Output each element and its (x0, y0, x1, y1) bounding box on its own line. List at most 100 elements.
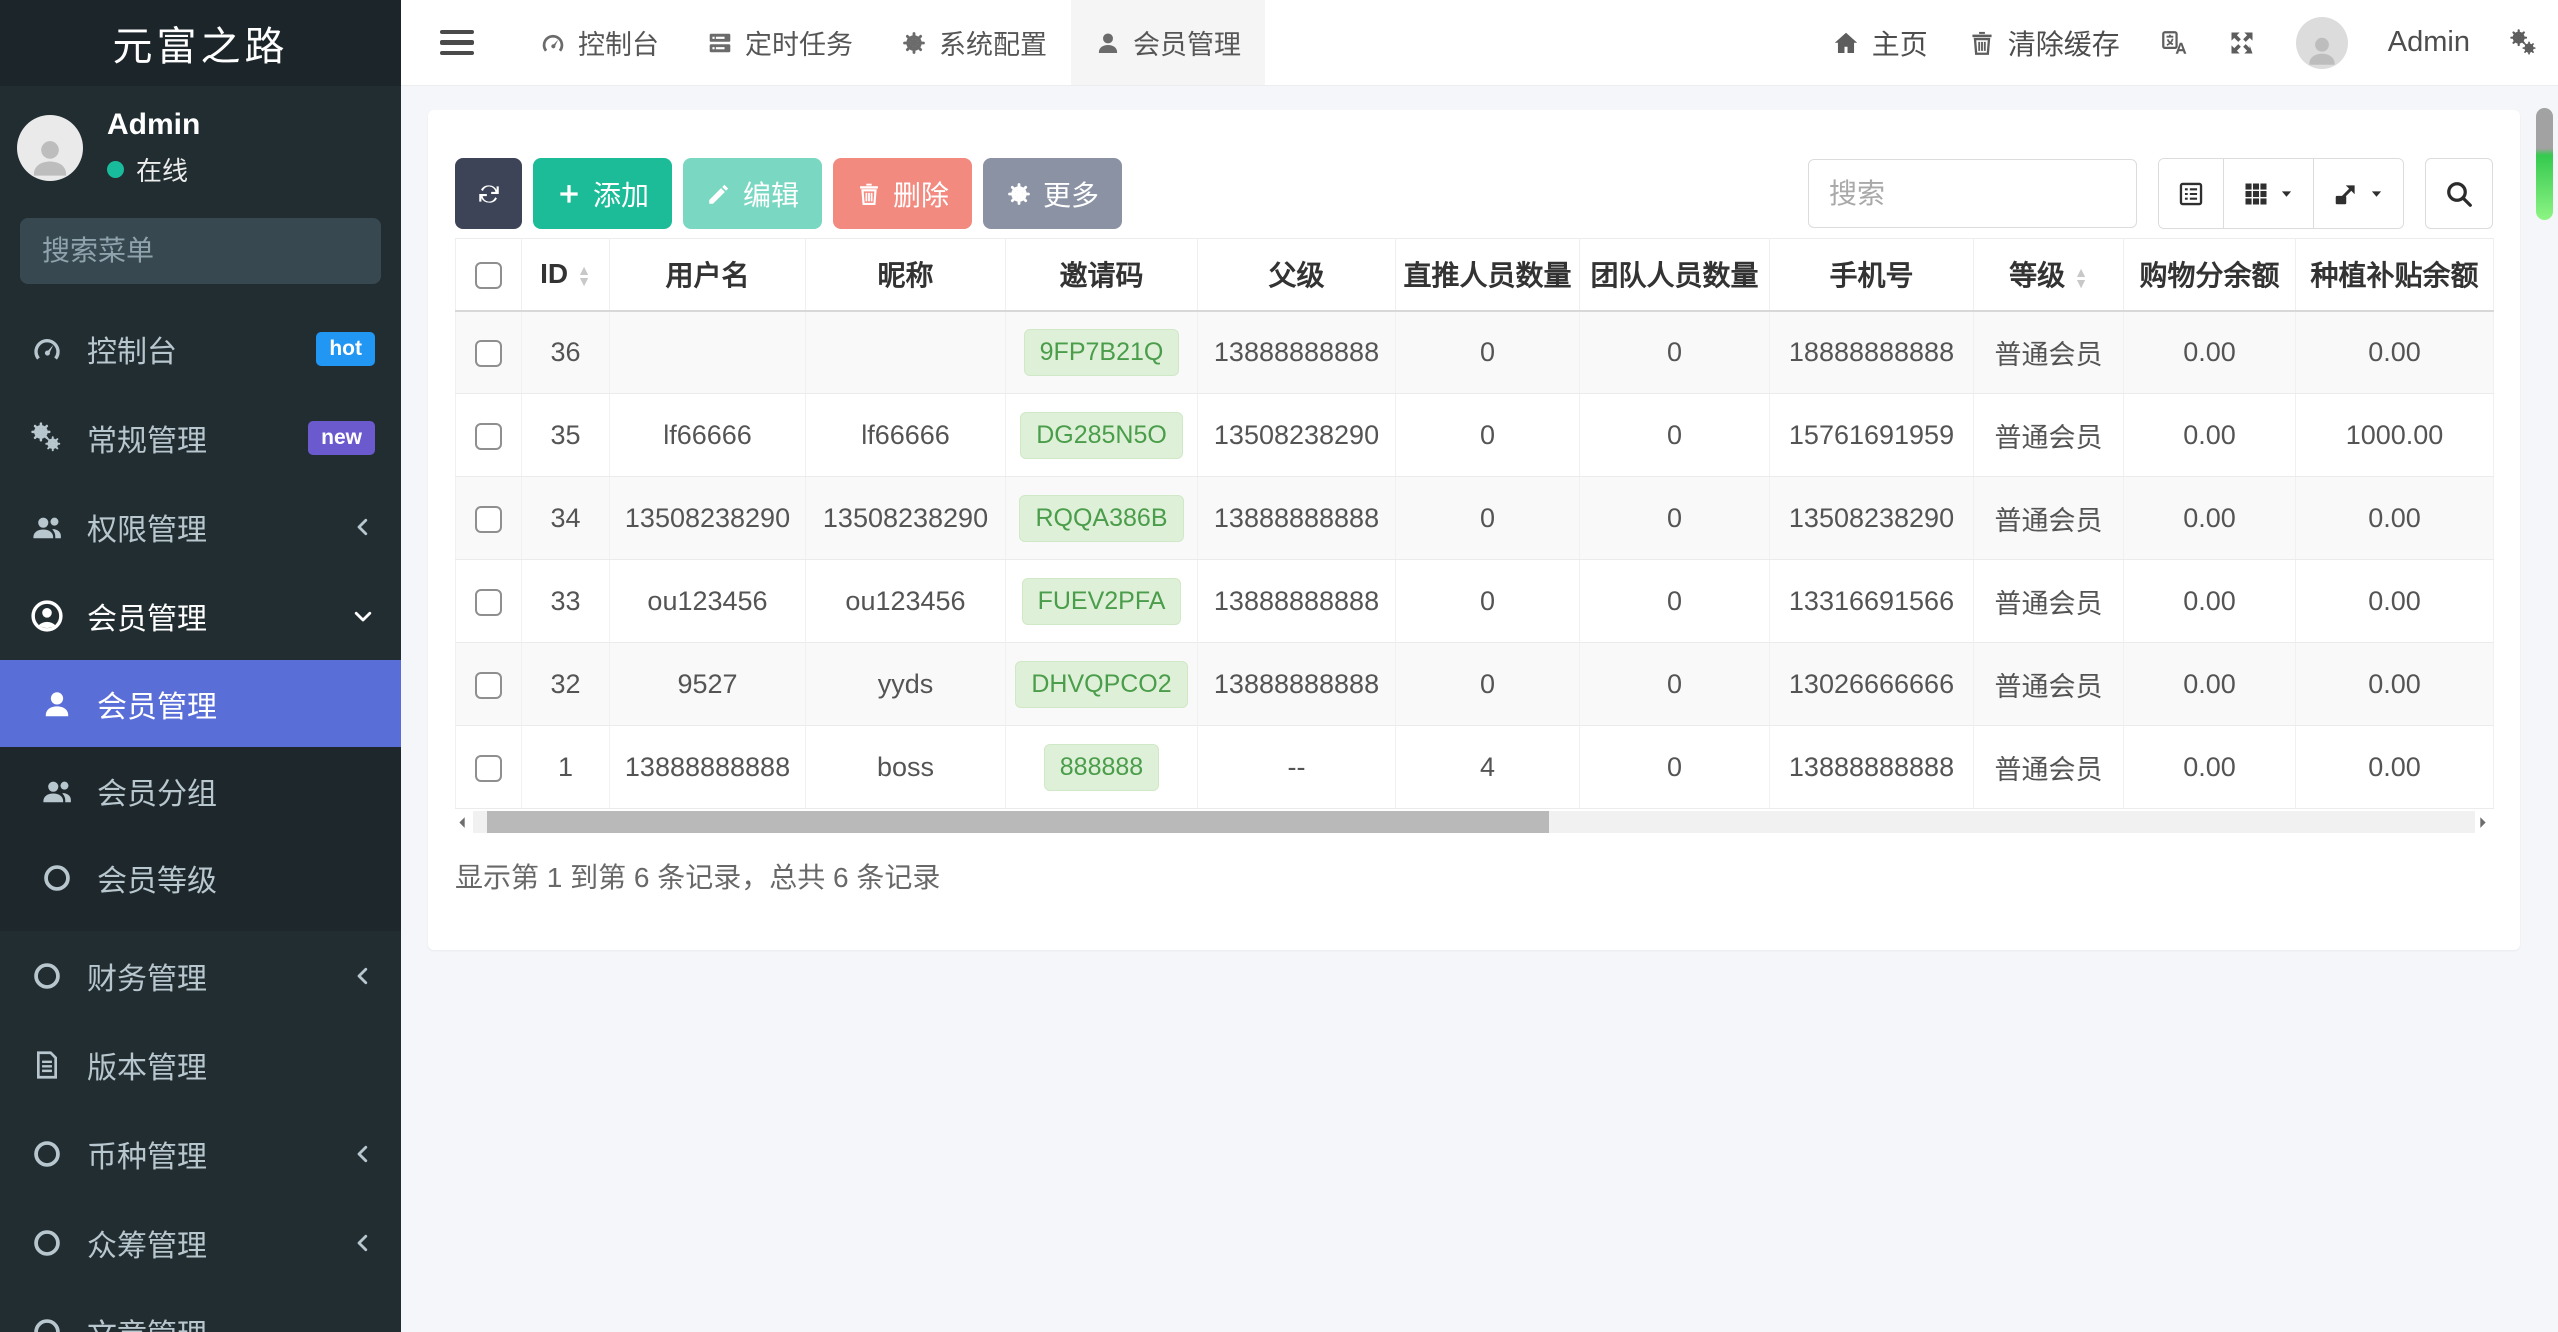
tab-system-config[interactable]: 系统配置 (877, 0, 1071, 85)
hscroll-thumb[interactable] (487, 811, 1549, 833)
scroll-left-icon[interactable] (455, 815, 473, 830)
table-search-input[interactable] (1808, 159, 2137, 228)
sidebar-item-crowdfunding[interactable]: 众筹管理 (0, 1198, 401, 1287)
sort-arrows-icon[interactable]: ▲ ▼ (577, 263, 591, 288)
row-checkbox[interactable] (475, 340, 502, 368)
topbar-username[interactable]: Admin (2388, 26, 2470, 59)
sidebar-item-currency[interactable]: 币种管理 (0, 1109, 401, 1198)
sidebar-item-member-levels[interactable]: 会员等级 (0, 834, 401, 921)
cell: 36 (521, 310, 610, 394)
sidebar-item-permissions[interactable]: 权限管理 (0, 482, 401, 571)
chevron-left-icon (351, 1142, 375, 1166)
topbar-avatar[interactable] (2295, 16, 2348, 69)
gauge-icon (30, 333, 64, 365)
user-meta: Admin 在线 (107, 108, 200, 188)
cell: 0.00 (2295, 559, 2494, 643)
cell: 13508238290 (1197, 393, 1396, 477)
column-header: 直推人员数量 (1395, 238, 1580, 312)
export-button[interactable] (2314, 159, 2403, 228)
row-checkbox[interactable] (475, 754, 502, 782)
cell: 普通会员 (1973, 559, 2124, 643)
column-header[interactable]: 等级 ▲ ▼ (1973, 238, 2124, 312)
sidebar-item-label: 权限管理 (87, 513, 207, 547)
tasks-icon (707, 30, 733, 56)
select-all-checkbox[interactable] (475, 262, 502, 290)
column-header: 种植补贴余额 (2295, 238, 2494, 312)
cell: 33 (521, 559, 610, 643)
column-header: 用户名 (609, 238, 806, 312)
column-header: 手机号 (1769, 238, 1974, 312)
row-checkbox[interactable] (475, 588, 502, 616)
settings-gears-icon[interactable] (2510, 28, 2538, 57)
sidebar-item-dashboard[interactable]: 控制台 hot (0, 304, 401, 393)
column-header[interactable]: ID ▲ ▼ (521, 238, 610, 312)
scroll-right-icon[interactable] (2475, 815, 2493, 830)
cell: 13508238290 (1769, 476, 1974, 560)
trash-icon (1968, 29, 1996, 57)
badge-hot: hot (316, 331, 375, 366)
columns-button[interactable] (2224, 159, 2314, 228)
user-icon (2304, 33, 2340, 69)
sidebar-item-member-groups[interactable]: 会员分组 (0, 747, 401, 834)
users-icon (40, 775, 74, 807)
sidebar-item-members[interactable]: 会员管理 (0, 571, 401, 660)
cell: 普通会员 (1973, 310, 2124, 394)
cell: 0.00 (2295, 642, 2494, 726)
cell: 0 (1579, 393, 1770, 477)
table-hscrollbar[interactable] (455, 810, 2493, 834)
clear-cache-link[interactable]: 清除缓存 (1968, 23, 2120, 63)
chevron-left-icon (351, 1231, 375, 1255)
members-table: ID ▲ ▼ 用户名 昵称 邀请码 父级 直推人员数量 团队人员数量 手机号 等级 ▲ ▼ 购物分余额 种植… (455, 238, 2494, 809)
edit-button[interactable]: 编辑 (683, 158, 823, 229)
cell (805, 310, 1006, 394)
column-header-label: 邀请码 (1059, 260, 1144, 292)
tab-dashboard[interactable]: 控制台 (516, 0, 683, 85)
sort-arrows-icon[interactable]: ▲ ▼ (2074, 265, 2088, 290)
detail-view-button[interactable] (2159, 159, 2224, 228)
sidebar-search (20, 218, 401, 284)
sidebar-item-member-list[interactable]: 会员管理 (0, 660, 401, 747)
translate-icon[interactable] (2160, 29, 2188, 57)
sidebar-item-general[interactable]: 常规管理 new (0, 393, 401, 482)
delete-button[interactable]: 删除 (833, 158, 973, 229)
sidebar-item-finance[interactable]: 财务管理 (0, 931, 401, 1020)
home-link[interactable]: 主页 (1832, 23, 1928, 63)
sidebar-search-input[interactable] (42, 235, 401, 267)
cell: 4 (1395, 725, 1580, 809)
cell: 18888888888 (1769, 310, 1974, 394)
tab-label: 定时任务 (745, 30, 853, 60)
file-icon (30, 1049, 64, 1081)
cell: 0 (1395, 642, 1580, 726)
sidebar-item-label: 众筹管理 (87, 1229, 207, 1263)
row-checkbox[interactable] (475, 422, 502, 450)
cell: 13888888888 (1197, 642, 1396, 726)
fullscreen-icon[interactable] (2228, 29, 2256, 57)
more-button[interactable]: 更多 (983, 158, 1123, 229)
search-button[interactable] (2425, 158, 2493, 229)
invite-code-badge: DG285N5O (1020, 411, 1183, 459)
user-status: 在线 (107, 151, 200, 188)
column-header: 购物分余额 (2123, 238, 2296, 312)
tab-label: 会员管理 (1133, 30, 1241, 60)
cell: 0 (1579, 559, 1770, 643)
column-header-label: 昵称 (877, 260, 934, 292)
user-avatar (17, 115, 83, 181)
hscroll-track[interactable] (473, 811, 2475, 833)
add-button[interactable]: 添加 (533, 158, 673, 229)
row-checkbox[interactable] (475, 505, 502, 533)
page-scrollbar-thumb[interactable] (2536, 108, 2553, 220)
cell: 888888 (1005, 725, 1198, 809)
brand-logo[interactable]: 元富之路 (0, 0, 401, 86)
circle-icon (40, 862, 74, 894)
sidebar-item-articles[interactable]: 文章管理 (0, 1287, 401, 1332)
cell: lf66666 (805, 393, 1006, 477)
tab-member-management[interactable]: 会员管理 (1071, 0, 1265, 85)
sidebar-toggle-icon[interactable] (440, 29, 474, 56)
topbar: 控制台 定时任务 系统配置 会员管理 主页 清除缓存 Admin (401, 0, 2558, 86)
chevron-left-icon (351, 515, 375, 539)
sidebar-item-versions[interactable]: 版本管理 (0, 1020, 401, 1109)
refresh-button[interactable] (455, 158, 522, 229)
plus-icon (556, 181, 582, 207)
row-checkbox[interactable] (475, 671, 502, 699)
tab-scheduled-tasks[interactable]: 定时任务 (683, 0, 877, 85)
